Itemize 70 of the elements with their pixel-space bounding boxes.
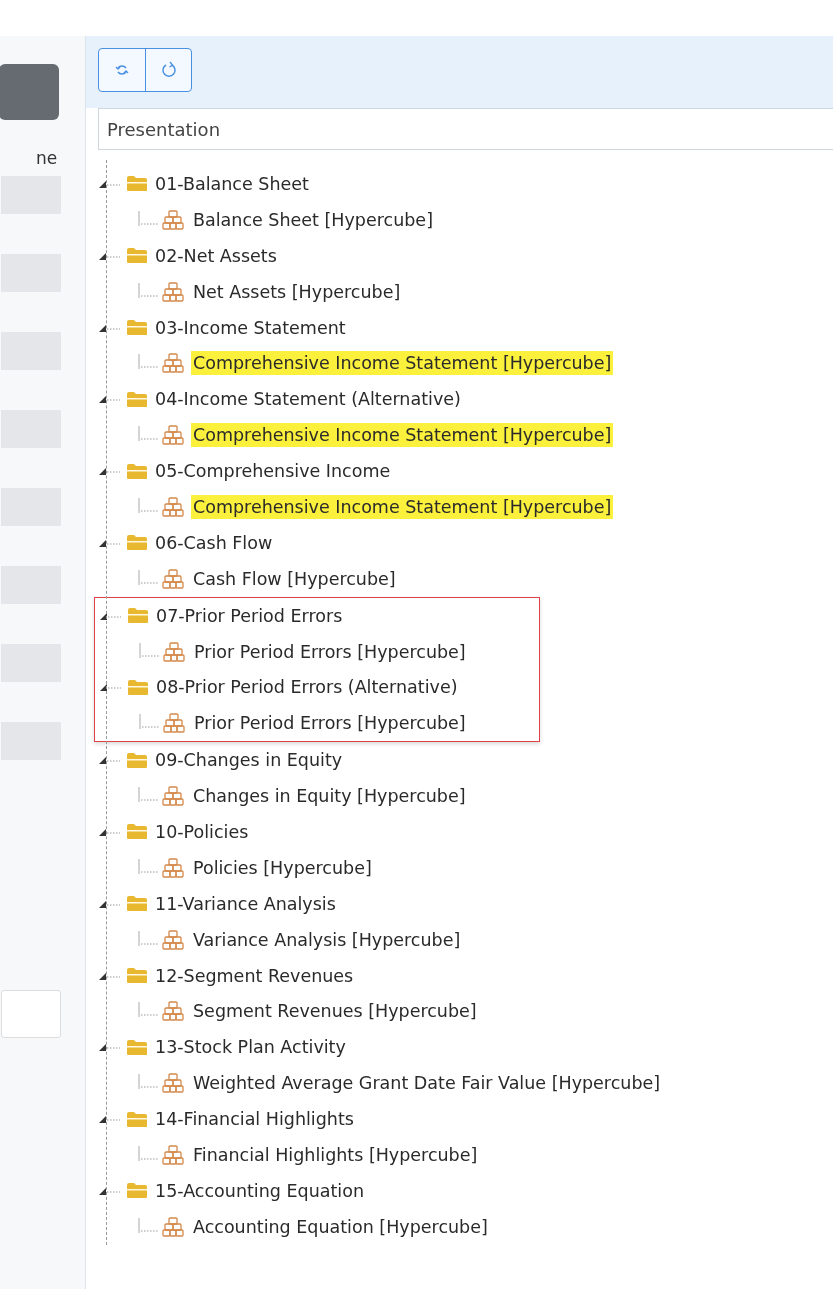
folder-icon [126,1038,148,1056]
folder-icon [126,175,148,193]
folder-icon [126,319,148,336]
hypercube-label[interactable]: Comprehensive Income Statement [Hypercube] [191,423,614,448]
folder-label[interactable]: 08-Prior Period Errors (Alternative) [156,677,458,698]
folder-label[interactable]: 03-Income Statement [155,317,346,338]
cubes-icon [162,1001,184,1022]
folder-icon [126,895,148,913]
network-select[interactable]: Presentation [98,108,833,150]
folder-icon [126,967,148,985]
cubes-icon [162,1216,184,1237]
cubes-icon [163,641,185,662]
collapse-toggle-icon[interactable] [98,755,122,766]
cubes-icon [162,1073,184,1094]
folder-label[interactable]: 10-Policies [155,821,249,842]
folder-icon [126,751,148,769]
cubes-icon [162,786,184,807]
hypercube-label[interactable]: Prior Period Errors [Hypercube] [192,711,468,736]
folder-label[interactable]: 04-Income Statement (Alternative) [155,389,461,410]
hypercube-label[interactable]: Comprehensive Income Statement [Hypercube] [191,351,614,376]
folder-icon [126,823,148,841]
cubes-icon [162,281,184,302]
folder-label[interactable]: 09-Changes in Equity [155,750,343,771]
folder-label[interactable]: 14-Financial Highlights [155,1109,354,1130]
hypercube-label[interactable]: Variance Analysis [Hypercube] [191,927,463,952]
folder-label[interactable]: 01-Balance Sheet [155,173,309,194]
folder-label[interactable]: 02-Net Assets [155,245,277,266]
collapse-toggle-icon[interactable] [98,394,122,405]
hypercube-label[interactable]: Changes in Equity [Hypercube] [191,784,468,809]
cubes-icon [162,1145,184,1165]
cubes-icon [162,425,184,446]
refresh-icon [160,61,177,79]
folder-label[interactable]: 15-Accounting Equation [155,1180,364,1201]
cubes-icon [162,353,184,374]
collapse-arrows-icon [115,62,129,78]
folder-label[interactable]: 11-Variance Analysis [155,893,336,914]
folder-icon [126,247,148,265]
collapse-toggle-icon[interactable] [98,1114,122,1125]
side-label: ne [36,148,58,168]
folder-label[interactable]: 12-Segment Revenues [155,965,354,986]
folder-icon [127,678,149,696]
folder-icon [126,1182,148,1200]
folder-icon [126,390,148,408]
side-input-field[interactable] [1,990,61,1038]
hypercube-label[interactable]: Policies [Hypercube] [191,855,374,880]
folder-label[interactable]: 06-Cash Flow [155,532,273,553]
cubes-icon [162,568,184,589]
cubes-icon [163,713,185,734]
folder-label[interactable]: 05-Comprehensive Income [155,461,391,482]
collapse-toggle-icon[interactable] [98,466,122,477]
hypercube-label[interactable]: Balance Sheet [Hypercube] [191,207,435,232]
folder-label[interactable]: 13-Stock Plan Activity [155,1037,346,1058]
cubes-icon [162,857,184,878]
hypercube-label[interactable]: Financial Highlights [Hypercube] [191,1143,480,1167]
cubes-icon [162,209,184,230]
hypercube-label[interactable]: Prior Period Errors [Hypercube] [192,639,468,664]
hypercube-label[interactable]: Cash Flow [Hypercube] [191,566,398,591]
folder-icon [126,462,148,480]
collapse-toggle-icon[interactable] [98,1042,122,1053]
hypercube-label[interactable]: Net Assets [Hypercube] [191,279,403,304]
cubes-icon [162,496,184,517]
hypercube-label[interactable]: Weighted Average Grant Date Fair Value [Hypercube] [191,1071,663,1096]
folder-label[interactable]: 07-Prior Period Errors [156,605,343,626]
hypercube-label[interactable]: Comprehensive Income Statement [Hypercube] [191,494,614,519]
folder-icon [127,607,149,625]
hypercube-label[interactable]: Segment Revenues [Hypercube] [191,999,479,1024]
cubes-icon [162,929,184,950]
hypercube-label[interactable]: Accounting Equation [Hypercube] [191,1214,490,1239]
folder-icon [126,1110,148,1128]
folder-icon [126,534,148,552]
